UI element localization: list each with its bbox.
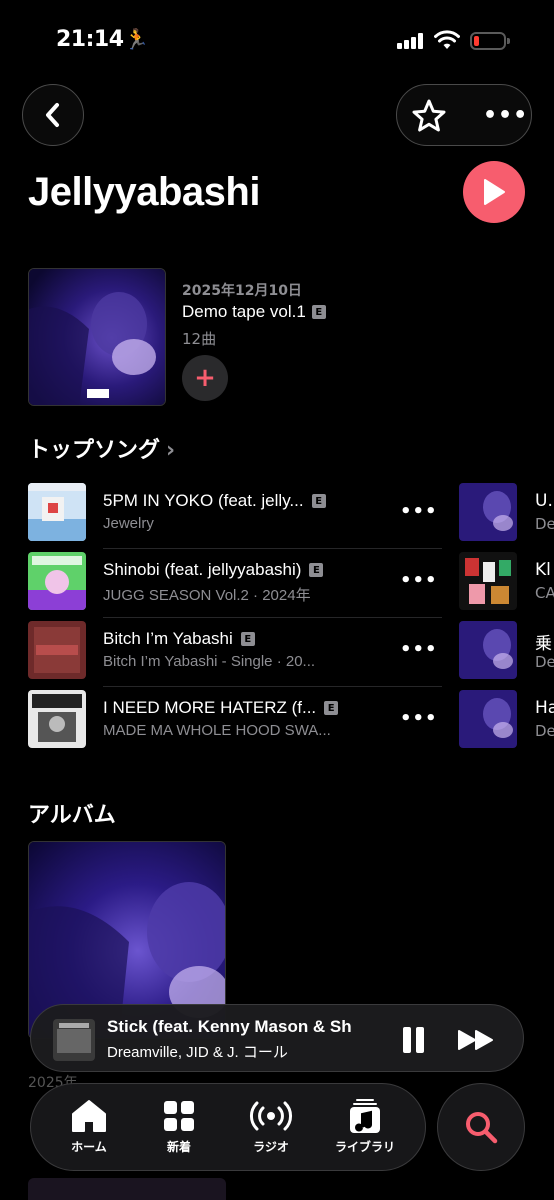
song-artwork [459, 690, 517, 748]
song-row[interactable]: I NEED MORE HATERZ (f... E MADE MA WHOLE … [28, 690, 442, 760]
song-title: Ha [535, 698, 554, 718]
explicit-badge: E [309, 563, 324, 577]
tab-label: 新着 [166, 1140, 191, 1154]
library-icon [325, 1098, 405, 1134]
song-row[interactable]: 5PM IN YOKO (feat. jelly... E Jewelry ••• [28, 483, 442, 553]
fast-forward-icon[interactable] [457, 1029, 495, 1051]
tab-library[interactable]: ライブラリ [325, 1098, 405, 1155]
tab-radio[interactable]: ラジオ [231, 1098, 311, 1155]
song-title: Bitch I’m Yabashi [103, 629, 233, 648]
tab-home[interactable]: ホーム [43, 1090, 135, 1164]
album-artwork-peek [28, 1178, 226, 1200]
song-artwork [28, 483, 86, 541]
explicit-badge: E [324, 701, 339, 715]
song-artwork [28, 690, 86, 748]
play-button[interactable] [463, 161, 525, 223]
explicit-badge: E [311, 494, 326, 508]
grid-icon [139, 1098, 219, 1134]
song-title: U. [535, 491, 553, 511]
tab-label: ホーム [71, 1140, 107, 1154]
chevron-left-icon [46, 103, 59, 127]
song-artwork [28, 552, 86, 610]
pause-icon [403, 1027, 411, 1053]
release-track-count: 12曲 [182, 330, 217, 348]
divider [103, 548, 442, 549]
albums-title[interactable]: アルバム [28, 797, 116, 829]
song-row[interactable]: Shinobi (feat. jellyyabashi) E JUGG SEASO… [28, 552, 442, 622]
release-title: Demo tape vol.1 [182, 302, 306, 321]
home-icon [49, 1098, 129, 1134]
song-artwork [459, 483, 517, 541]
favorite-star-icon[interactable] [411, 98, 447, 134]
now-playing-title: Stick (feat. Kenny Mason & Sh [107, 1017, 352, 1036]
more-options-icon[interactable]: ••• [483, 105, 528, 127]
cellular-signal-icon [397, 33, 425, 49]
radio-icon [231, 1098, 311, 1134]
tab-new[interactable]: 新着 [139, 1098, 219, 1155]
tab-label: ラジオ [253, 1140, 289, 1154]
song-row[interactable]: Bitch I’m Yabashi E Bitch I’m Yabashi - S… [28, 621, 442, 691]
song-title: 5PM IN YOKO (feat. jelly... [103, 491, 304, 510]
song-title: I NEED MORE HATERZ (f... [103, 698, 317, 717]
song-more-icon[interactable]: ••• [400, 639, 438, 660]
release-date: 2025年12月10日 [182, 283, 302, 299]
tab-label: ライブラリ [334, 1140, 395, 1154]
release-title-row[interactable]: Demo tape vol.1 E [182, 302, 326, 322]
top-songs-header[interactable]: トップソング › [28, 432, 175, 464]
actions-pill: ••• [396, 84, 532, 146]
wifi-icon [434, 30, 460, 49]
search-button[interactable] [437, 1083, 525, 1171]
pause-button[interactable] [401, 1027, 425, 1053]
now-playing-bar[interactable]: Stick (feat. Kenny Mason & Sh Dreamville… [30, 1004, 524, 1072]
song-more-icon[interactable]: ••• [400, 501, 438, 522]
status-bar: 21:14 🏃 [0, 0, 554, 70]
song-subtitle: CA [535, 584, 554, 602]
chevron-right-icon: › [166, 438, 176, 463]
song-title: 乗 [535, 634, 552, 654]
now-playing-artwork [53, 1019, 95, 1061]
song-subtitle: Jewelry [103, 515, 154, 532]
artist-name: Jellyyabashi [28, 170, 260, 214]
add-to-library-button[interactable]: + [182, 355, 228, 401]
song-subtitle: JUGG SEASON Vol.2 · 2024年 [103, 587, 311, 604]
tab-bar: ホーム 新着 ラジオ ライブラリ [30, 1083, 426, 1171]
play-icon [484, 179, 505, 205]
song-subtitle: Bitch I’m Yabashi - Single · 20... [103, 653, 316, 670]
song-subtitle: MADE MA WHOLE HOOD SWA... [103, 722, 331, 739]
search-icon [466, 1112, 498, 1144]
song-title: Shinobi (feat. jellyyabashi) [103, 560, 302, 579]
explicit-badge: E [311, 305, 326, 319]
song-more-icon[interactable]: ••• [400, 570, 438, 591]
activity-icon: 🏃 [124, 27, 149, 51]
song-artwork [459, 621, 517, 679]
song-artwork [28, 621, 86, 679]
back-button[interactable] [22, 84, 84, 146]
explicit-badge: E [240, 632, 255, 646]
song-title: Kl [535, 560, 551, 580]
latest-release-artwork[interactable] [28, 268, 166, 406]
song-row[interactable]: Kl CA [459, 552, 554, 622]
song-row[interactable]: Ha De [459, 690, 554, 760]
song-subtitle: De [535, 722, 554, 740]
song-row[interactable]: 乗 De [459, 621, 554, 691]
now-playing-artist: Dreamville, JID & J. コール [107, 1044, 288, 1061]
song-subtitle: De [535, 515, 554, 533]
divider [103, 617, 442, 618]
song-more-icon[interactable]: ••• [400, 708, 438, 729]
song-row[interactable]: U. De [459, 483, 554, 553]
battery-icon [470, 32, 510, 50]
status-time: 21:14 [56, 27, 124, 52]
song-artwork [459, 552, 517, 610]
top-songs-title: トップソング [28, 438, 161, 463]
song-subtitle: De [535, 653, 554, 671]
divider [103, 686, 442, 687]
